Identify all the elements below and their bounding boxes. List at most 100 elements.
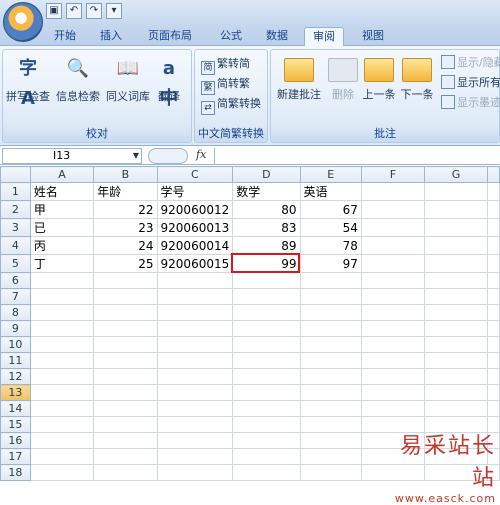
cell[interactable] — [93, 304, 158, 321]
cell[interactable] — [360, 304, 425, 321]
cell[interactable] — [232, 464, 301, 481]
row-header[interactable]: 14 — [0, 400, 31, 417]
cell[interactable] — [156, 384, 234, 401]
simp-to-trad-button[interactable]: 繁简转繁 — [201, 76, 250, 95]
cell[interactable] — [232, 336, 301, 353]
cell[interactable] — [299, 272, 362, 289]
cell[interactable] — [299, 432, 362, 449]
save-icon[interactable]: ▣ — [46, 3, 62, 19]
cell[interactable] — [29, 368, 95, 385]
cell[interactable]: 年龄 — [93, 182, 158, 201]
cell[interactable] — [93, 464, 158, 481]
show-all-comments-button[interactable]: 显示所有 — [441, 75, 500, 91]
cell[interactable]: 83 — [232, 218, 301, 237]
cell[interactable] — [423, 236, 489, 255]
column-header-d[interactable]: D — [232, 166, 301, 183]
cell[interactable] — [93, 288, 158, 305]
customize-icon[interactable]: ▾ — [106, 3, 122, 19]
cell[interactable]: 78 — [299, 236, 362, 255]
cell[interactable] — [487, 336, 500, 353]
cell[interactable] — [423, 304, 489, 321]
show-hide-comment-button[interactable]: 显示/隐藏 — [441, 55, 500, 71]
row-header[interactable]: 3 — [0, 218, 31, 237]
cell[interactable] — [487, 320, 500, 337]
cell[interactable] — [299, 464, 362, 481]
cell[interactable] — [299, 352, 362, 369]
cell[interactable] — [299, 304, 362, 321]
cell[interactable] — [29, 352, 95, 369]
column-header-c[interactable]: C — [156, 166, 234, 183]
new-comment-button[interactable]: 新建批注 — [273, 54, 325, 102]
insert-function-button[interactable]: fx — [196, 148, 206, 161]
tab-view[interactable]: 视图 — [354, 27, 392, 46]
cell[interactable] — [93, 320, 158, 337]
cell[interactable] — [232, 304, 301, 321]
row-header[interactable]: 6 — [0, 272, 31, 289]
cell[interactable]: 25 — [93, 254, 158, 273]
cell[interactable]: 54 — [299, 218, 362, 237]
row-header[interactable]: 1 — [0, 182, 31, 201]
cell[interactable] — [299, 368, 362, 385]
cell[interactable] — [487, 288, 500, 305]
cell[interactable] — [487, 304, 500, 321]
cell[interactable] — [299, 384, 362, 401]
cell[interactable]: 22 — [93, 200, 158, 219]
cell[interactable] — [156, 336, 234, 353]
cell[interactable] — [93, 352, 158, 369]
cell[interactable] — [29, 400, 95, 417]
cell[interactable] — [487, 368, 500, 385]
cell[interactable] — [29, 288, 95, 305]
delete-comment-button[interactable]: 删除 — [325, 54, 361, 102]
cell[interactable]: 89 — [232, 236, 301, 255]
cell[interactable]: 23 — [93, 218, 158, 237]
cell[interactable] — [156, 448, 234, 465]
cell[interactable] — [232, 400, 301, 417]
cell[interactable]: 67 — [299, 200, 362, 219]
name-box[interactable]: I13 ▼ — [2, 148, 142, 164]
cell[interactable] — [299, 320, 362, 337]
cell[interactable] — [487, 236, 500, 255]
row-header[interactable]: 8 — [0, 304, 31, 321]
cell[interactable] — [360, 254, 425, 273]
cell[interactable] — [156, 368, 234, 385]
cell[interactable] — [29, 432, 95, 449]
cell[interactable] — [93, 368, 158, 385]
row-header[interactable]: 4 — [0, 236, 31, 255]
cell[interactable] — [156, 272, 234, 289]
cell[interactable] — [360, 352, 425, 369]
cell[interactable] — [487, 182, 500, 201]
cell[interactable]: 920060013 — [156, 218, 234, 237]
cell[interactable] — [29, 464, 95, 481]
row-header[interactable]: 18 — [0, 464, 31, 481]
cell[interactable] — [93, 272, 158, 289]
cell[interactable] — [360, 400, 425, 417]
redo-icon[interactable]: ↷ — [86, 3, 102, 19]
cell[interactable] — [487, 272, 500, 289]
tab-insert[interactable]: 插入 — [92, 27, 130, 46]
row-header[interactable]: 13 — [0, 384, 31, 401]
cell[interactable] — [423, 272, 489, 289]
cell[interactable]: 数学 — [232, 182, 301, 201]
cell[interactable] — [156, 320, 234, 337]
row-header[interactable]: 2 — [0, 200, 31, 219]
column-header-g[interactable]: G — [423, 166, 489, 183]
cell[interactable] — [156, 432, 234, 449]
row-header[interactable]: 7 — [0, 288, 31, 305]
cell[interactable] — [232, 320, 301, 337]
row-header[interactable]: 5 — [0, 254, 31, 273]
cell[interactable] — [29, 336, 95, 353]
cell[interactable] — [423, 400, 489, 417]
cell[interactable] — [360, 336, 425, 353]
cell[interactable] — [360, 368, 425, 385]
thesaurus-button[interactable]: 📖 同义词库 — [105, 54, 151, 104]
cell[interactable] — [29, 416, 95, 433]
cell[interactable] — [156, 416, 234, 433]
cell[interactable] — [423, 288, 489, 305]
research-button[interactable]: 🔍 信息检索 — [55, 54, 101, 104]
cell[interactable] — [93, 416, 158, 433]
cell[interactable] — [423, 182, 489, 201]
cell[interactable] — [360, 272, 425, 289]
cell[interactable] — [156, 352, 234, 369]
translate-button[interactable]: a中 翻译 — [149, 54, 189, 109]
next-comment-button[interactable]: 下一条 — [397, 54, 437, 102]
